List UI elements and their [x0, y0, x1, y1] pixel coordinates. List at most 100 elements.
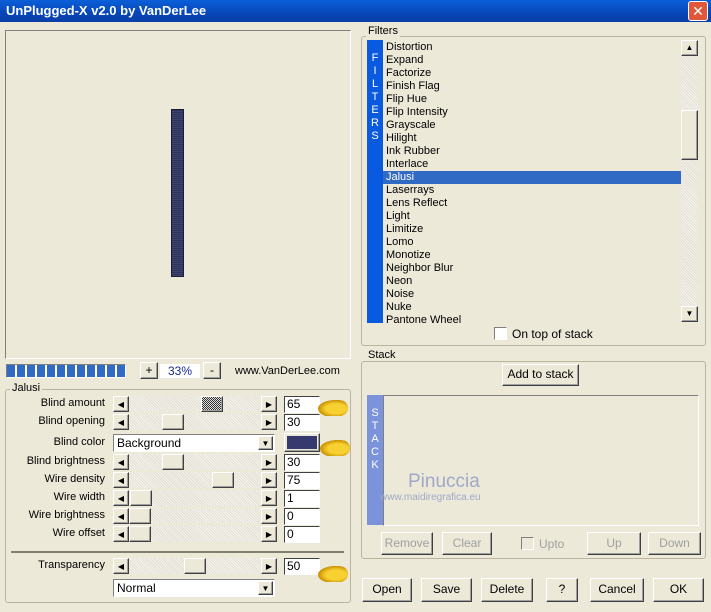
scroll-down-icon[interactable]: ▼ — [681, 306, 698, 322]
filter-item[interactable]: Ink Rubber — [383, 145, 681, 158]
param-slider[interactable]: ◀ ▶ — [113, 454, 277, 470]
arrow-left-icon[interactable]: ◀ — [113, 396, 129, 412]
filter-item[interactable]: Pantone Wheel — [383, 314, 681, 323]
param-slider[interactable]: ◀ ▶ — [113, 526, 277, 542]
arrow-right-icon[interactable]: ▶ — [261, 508, 277, 524]
clear-button[interactable]: Clear — [442, 532, 492, 555]
scroll-thumb[interactable] — [681, 110, 698, 160]
arrow-left-icon[interactable]: ◀ — [113, 558, 129, 574]
filter-item[interactable]: Flip Intensity — [383, 106, 681, 119]
filter-item[interactable]: Flip Hue — [383, 93, 681, 106]
filter-item[interactable]: Nuke — [383, 301, 681, 314]
param-value[interactable]: 65 — [284, 396, 320, 413]
params-group-label: Jalusi — [10, 382, 43, 394]
arrow-right-icon[interactable]: ▶ — [261, 526, 277, 542]
param-value[interactable]: 50 — [284, 558, 320, 575]
stack-list[interactable] — [383, 395, 699, 526]
param-value[interactable]: 30 — [284, 414, 320, 431]
arrow-right-icon[interactable]: ▶ — [261, 558, 277, 574]
blind-color-swatch[interactable] — [284, 433, 320, 452]
on-top-checkbox[interactable] — [494, 327, 507, 340]
param-slider[interactable]: ◀ ▶ — [113, 414, 277, 430]
filter-item[interactable]: Lens Reflect — [383, 197, 681, 210]
cancel-button[interactable]: Cancel — [590, 578, 644, 602]
delete-button[interactable]: Delete — [481, 578, 533, 602]
remove-button[interactable]: Remove — [381, 532, 433, 555]
slider-thumb[interactable] — [211, 472, 234, 488]
param-slider[interactable]: ◀ ▶ — [113, 490, 277, 506]
param-slider[interactable]: ◀ ▶ — [113, 558, 277, 574]
scroll-up-icon[interactable]: ▲ — [681, 40, 698, 56]
save-button[interactable]: Save — [421, 578, 472, 602]
blind-color-select[interactable]: Background ▼ — [113, 434, 275, 452]
param-label: Wire density — [44, 473, 105, 485]
arrow-right-icon[interactable]: ▶ — [261, 414, 277, 430]
add-to-stack-button[interactable]: Add to stack — [502, 364, 579, 386]
filter-item[interactable]: Factorize — [383, 67, 681, 80]
param-value[interactable]: 0 — [284, 526, 320, 543]
filter-item[interactable]: Noise — [383, 288, 681, 301]
slider-thumb[interactable] — [162, 414, 184, 430]
preview-area[interactable] — [5, 30, 351, 359]
upto-checkbox[interactable] — [521, 537, 534, 550]
arrow-left-icon[interactable]: ◀ — [113, 508, 129, 524]
filter-item[interactable]: Lomo — [383, 236, 681, 249]
filter-item[interactable]: Light — [383, 210, 681, 223]
filters-list[interactable]: Distortion Expand Factorize Finish Flag Flip… — [383, 41, 681, 323]
filter-item[interactable]: Neon — [383, 275, 681, 288]
open-button[interactable]: Open — [362, 578, 412, 602]
arrow-right-icon[interactable]: ▶ — [261, 490, 277, 506]
arrow-right-icon[interactable]: ▶ — [261, 454, 277, 470]
blind-color-label: Blind color — [53, 436, 105, 448]
param-value[interactable]: 30 — [284, 454, 320, 471]
slider-thumb[interactable] — [129, 526, 151, 542]
arrow-left-icon[interactable]: ◀ — [113, 472, 129, 488]
upto-label: Upto — [539, 537, 565, 551]
filter-item[interactable]: Laserrays — [383, 184, 681, 197]
filter-item[interactable]: Finish Flag — [383, 80, 681, 93]
param-value[interactable]: 0 — [284, 508, 320, 525]
slider-thumb[interactable] — [162, 454, 184, 470]
filter-item[interactable]: Limitize — [383, 223, 681, 236]
slider-thumb[interactable] — [129, 508, 151, 524]
filter-item[interactable]: Grayscale — [383, 119, 681, 132]
arrow-left-icon[interactable]: ◀ — [113, 526, 129, 542]
filters-scrollbar[interactable]: ▲ ▼ — [681, 40, 698, 323]
filters-side-label: FILTERS — [367, 40, 383, 323]
ok-button[interactable]: OK — [653, 578, 704, 602]
zoom-in-button[interactable]: + — [140, 362, 158, 379]
blind-color-value: Background — [117, 436, 182, 450]
slider-thumb[interactable] — [184, 558, 206, 574]
filter-item[interactable]: Hilight — [383, 132, 681, 145]
arrow-left-icon[interactable]: ◀ — [113, 414, 129, 430]
down-button[interactable]: Down — [648, 532, 701, 555]
param-slider[interactable]: ◀ ▶ — [113, 508, 277, 524]
arrow-right-icon[interactable]: ▶ — [261, 472, 277, 488]
blend-mode-select[interactable]: Normal ▼ — [113, 579, 275, 597]
filter-item[interactable]: Neighbor Blur — [383, 262, 681, 275]
arrow-left-icon[interactable]: ◀ — [113, 490, 129, 506]
filter-item[interactable]: Interlace — [383, 158, 681, 171]
close-icon[interactable]: ✕ — [688, 1, 708, 21]
filters-group-label: Filters — [366, 25, 400, 37]
up-button[interactable]: Up — [587, 532, 641, 555]
chevron-down-icon[interactable]: ▼ — [258, 581, 273, 595]
chevron-down-icon[interactable]: ▼ — [258, 436, 273, 450]
arrow-right-icon[interactable]: ▶ — [261, 396, 277, 412]
filter-item[interactable]: Distortion — [383, 41, 681, 54]
filter-item[interactable]: Expand — [383, 54, 681, 67]
param-label: Wire width — [53, 491, 105, 503]
zoom-out-button[interactable]: - — [203, 362, 221, 379]
slider-thumb[interactable] — [130, 490, 153, 506]
filter-item[interactable]: Jalusi — [383, 171, 681, 184]
website-link[interactable]: www.VanDerLee.com — [235, 365, 340, 377]
param-value[interactable]: 1 — [284, 490, 320, 507]
param-slider[interactable]: ◀ ▶ — [113, 396, 277, 412]
preview-image — [171, 109, 184, 277]
param-slider[interactable]: ◀ ▶ — [113, 472, 277, 488]
slider-thumb[interactable] — [200, 396, 223, 412]
help-button[interactable]: ? — [546, 578, 578, 602]
arrow-left-icon[interactable]: ◀ — [113, 454, 129, 470]
param-value[interactable]: 75 — [284, 472, 320, 489]
filter-item[interactable]: Monotize — [383, 249, 681, 262]
